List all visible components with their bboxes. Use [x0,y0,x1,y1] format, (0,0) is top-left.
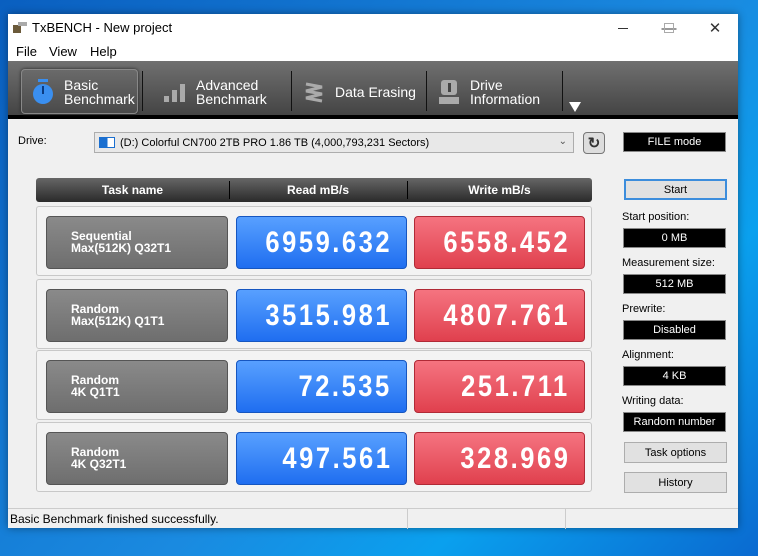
task-options-button[interactable]: Task options [624,442,727,463]
read-value: 497.561 [236,432,407,485]
menu-help[interactable]: Help [90,44,117,59]
status-text: Basic Benchmark finished successfully. [10,512,219,526]
task-button[interactable]: Random 4K Q1T1 [46,360,228,413]
drive-label: Drive: [18,135,47,147]
task-button[interactable]: Random 4K Q32T1 [46,432,228,485]
menu-file[interactable]: File [16,44,37,59]
task-detail: 4K Q1T1 [71,385,120,399]
tab-advanced-benchmark[interactable]: Advanced Benchmark [154,69,284,114]
table-row: Random 4K Q32T1 497.561 328.969 [36,422,592,492]
header-task-name: Task name [101,183,164,197]
read-value: 6959.632 [236,216,407,269]
table-header: Task name Read mB/s Write mB/s [36,178,592,202]
drive-value: (D:) Colorful CN700 2TB PRO 1.86 TB (4,0… [120,136,430,149]
eraser-icon [301,79,327,105]
chevron-down-icon: ⌄ [558,136,567,147]
write-value: 251.711 [414,360,585,413]
status-bar: Basic Benchmark finished successfully. [8,508,738,529]
tab-label: Benchmark [64,90,135,107]
read-value: 72.535 [236,360,407,413]
toolbar: Basic Benchmark Advanced Benchmark Data Er… [8,61,738,119]
table-row: Sequential Max(512K) Q32T1 6959.632 6558.… [36,206,592,276]
tab-label: Data Erasing [335,83,416,100]
window-title: TxBENCH - New project [32,20,173,35]
header-read: Read mB/s [286,183,350,197]
start-position-value[interactable]: 0 MB [623,228,726,248]
task-detail: Max(512K) Q1T1 [71,314,165,328]
refresh-button[interactable]: ↻ [583,132,605,154]
menu-bar: File View Help [8,41,738,61]
app-icon [13,22,27,33]
prewrite-label: Prewrite: [622,303,666,315]
alignment-label: Alignment: [622,349,674,361]
bar-chart-icon [162,79,188,105]
alignment-value[interactable]: 4 KB [623,366,726,386]
app-window: TxBENCH - New project — ✕ File View Help… [8,14,738,529]
drive-icon [99,137,115,148]
task-detail: 4K Q32T1 [71,457,127,471]
prewrite-value[interactable]: Disabled [623,320,726,340]
tab-basic-benchmark[interactable]: Basic Benchmark [21,69,138,114]
table-row: Random Max(512K) Q1T1 3515.981 4807.761 [36,279,592,349]
measurement-size-value[interactable]: 512 MB [623,274,726,294]
maximize-icon [664,23,674,33]
start-button[interactable]: Start [624,179,727,200]
header-write: Write mB/s [468,183,531,197]
menu-view[interactable]: View [49,44,77,59]
close-button[interactable]: ✕ [692,16,738,40]
tab-label: Drive [470,76,503,93]
drive-info-icon [436,79,462,105]
write-value: 328.969 [414,432,585,485]
maximize-button[interactable] [646,16,692,40]
tab-data-erasing[interactable]: Data Erasing [293,69,423,114]
task-detail: Max(512K) Q32T1 [71,241,172,255]
task-button[interactable]: Random Max(512K) Q1T1 [46,289,228,342]
tab-label: Basic [64,76,99,93]
more-tabs-icon[interactable] [569,102,581,112]
close-icon: ✕ [708,20,722,37]
history-button[interactable]: History [624,472,727,493]
read-value: 3515.981 [236,289,407,342]
tab-label: Advanced [196,76,259,93]
tab-drive-information[interactable]: Drive Information [428,69,558,114]
refresh-icon: ↻ [587,135,601,152]
write-value: 4807.761 [414,289,585,342]
drive-select[interactable]: (D:) Colorful CN700 2TB PRO 1.86 TB (4,0… [94,132,574,153]
measurement-size-label: Measurement size: [622,257,715,269]
task-button[interactable]: Sequential Max(512K) Q32T1 [46,216,228,269]
minimize-icon [618,27,628,29]
mode-display[interactable]: FILE mode [623,132,726,152]
stopwatch-icon [30,78,56,105]
start-position-label: Start position: [622,211,690,223]
table-row: Random 4K Q1T1 72.535 251.711 [36,350,592,420]
writing-data-label: Writing data: [622,395,684,407]
write-value: 6558.452 [414,216,585,269]
tab-label: Benchmark [196,90,267,107]
writing-data-value[interactable]: Random number [623,412,726,432]
tab-label: Information [470,90,541,107]
minimize-button[interactable] [600,16,646,40]
